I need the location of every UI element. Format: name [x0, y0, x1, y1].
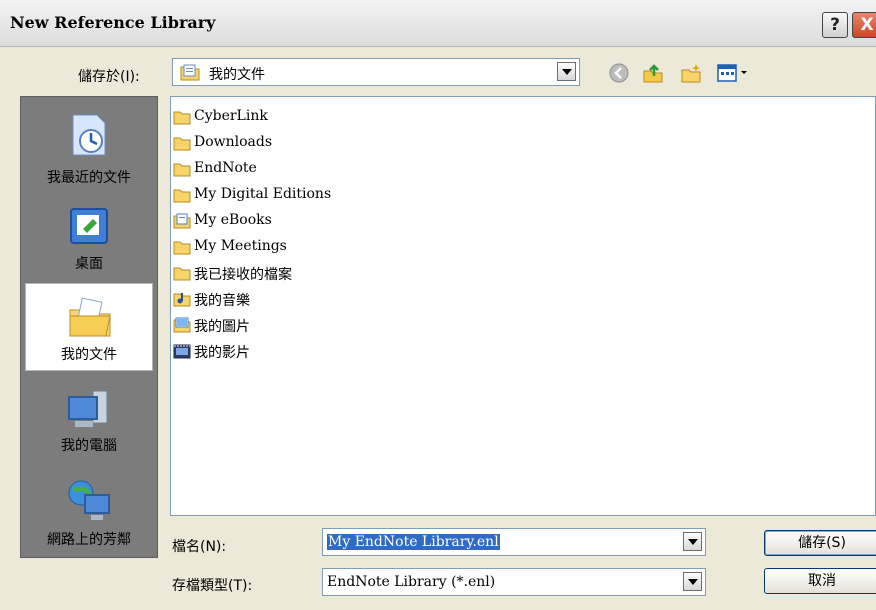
place-my-documents[interactable]: 我的文件 — [25, 283, 153, 371]
title-bar: New Reference Library ? X — [0, 0, 876, 47]
window-title: New Reference Library — [10, 13, 216, 32]
chevron-down-icon[interactable] — [557, 62, 576, 81]
folder-icon — [173, 267, 191, 281]
place-label: 我的電腦 — [61, 438, 117, 454]
list-item-label: My eBooks — [194, 212, 272, 228]
place-label: 我最近的文件 — [47, 170, 131, 186]
view-menu-icon[interactable] — [716, 62, 752, 88]
folder-icon — [173, 163, 191, 177]
network-places-icon — [68, 480, 110, 520]
chevron-down-icon[interactable] — [683, 572, 702, 591]
up-folder-icon[interactable] — [642, 62, 664, 88]
place-label: 網路上的芳鄰 — [47, 532, 131, 548]
pictures-folder-icon — [173, 317, 191, 333]
place-label: 桌面 — [75, 256, 103, 272]
folder-icon — [173, 241, 191, 255]
filetype-dropdown[interactable]: EndNote Library (*.enl) — [322, 568, 706, 596]
music-folder-icon — [173, 293, 191, 307]
places-bar: 我最近的文件 桌面 我的文件 我的電腦 網路上的芳鄰 — [20, 96, 158, 558]
place-desktop[interactable]: 桌面 — [21, 193, 157, 281]
filetype-label: 存檔類型(T): — [172, 578, 253, 594]
cancel-button[interactable]: 取消 — [764, 568, 876, 594]
place-label: 我的文件 — [61, 347, 117, 363]
chevron-down-icon[interactable] — [683, 532, 702, 551]
list-item-label: My Digital Editions — [194, 186, 332, 202]
list-item-label: CyberLink — [194, 108, 268, 124]
filetype-value: EndNote Library (*.enl) — [327, 574, 496, 590]
my-documents-small-icon — [180, 63, 200, 85]
place-network-places[interactable]: 網路上的芳鄰 — [21, 467, 157, 557]
list-item-label: 我已接收的檔案 — [194, 267, 292, 283]
list-item-label: Downloads — [194, 134, 273, 150]
list-item-label: 我的影片 — [194, 345, 250, 361]
help-button[interactable]: ? — [822, 12, 848, 38]
file-list[interactable]: CyberLink Downloads EndNote My Digital E… — [170, 96, 876, 516]
save-dialog: New Reference Library ? X 儲存於(I): 我的文件 我… — [0, 0, 876, 610]
folder-icon — [173, 137, 191, 151]
save-in-value: 我的文件 — [209, 67, 265, 83]
close-button[interactable]: X — [852, 12, 876, 38]
my-computer-icon — [68, 390, 108, 427]
ebook-folder-icon — [173, 213, 191, 229]
filename-field[interactable]: My EndNote Library.enl — [322, 528, 706, 556]
desktop-icon — [70, 208, 108, 244]
filename-value: My EndNote Library.enl — [327, 534, 500, 550]
my-documents-icon — [69, 297, 111, 337]
list-item-label: 我的圖片 — [194, 319, 250, 335]
list-item-label: EndNote — [194, 160, 257, 176]
place-my-computer[interactable]: 我的電腦 — [21, 377, 157, 463]
save-in-label: 儲存於(I): — [78, 69, 140, 85]
save-in-dropdown[interactable]: 我的文件 — [172, 58, 580, 86]
filename-label: 檔名(N): — [172, 539, 227, 555]
list-item-label: 我的音樂 — [194, 293, 250, 309]
list-item-label: My Meetings — [194, 238, 287, 254]
place-recent-documents[interactable]: 我最近的文件 — [21, 101, 157, 191]
save-button[interactable]: 儲存(S) — [764, 530, 876, 556]
new-folder-icon[interactable] — [680, 62, 702, 88]
back-icon[interactable] — [608, 62, 630, 88]
folder-icon — [173, 111, 191, 125]
recent-documents-icon — [72, 114, 106, 156]
videos-folder-icon — [173, 344, 191, 359]
folder-icon — [173, 189, 191, 203]
